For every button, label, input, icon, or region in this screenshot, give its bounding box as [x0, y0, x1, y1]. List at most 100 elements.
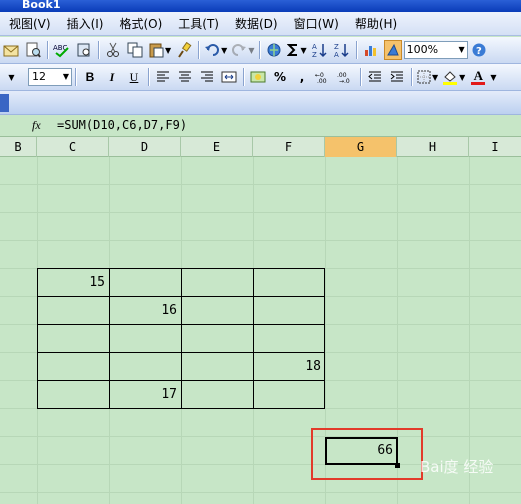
align-right-icon[interactable] — [198, 67, 216, 87]
currency-icon[interactable] — [249, 67, 267, 87]
copy-icon[interactable] — [126, 40, 144, 60]
cell-f9[interactable]: 18 — [254, 353, 325, 381]
sort-descending-icon[interactable]: ZA — [333, 40, 351, 60]
hyperlink-icon[interactable] — [265, 40, 283, 60]
gridline — [0, 212, 521, 213]
cell-c10[interactable] — [38, 381, 110, 408]
fill-handle[interactable] — [395, 463, 400, 468]
toolbar-separator — [355, 41, 357, 59]
paste-icon[interactable]: ▼ — [148, 40, 171, 60]
svg-text:Z: Z — [312, 51, 317, 58]
print-preview-icon[interactable] — [24, 40, 42, 60]
cell-e9[interactable] — [182, 353, 254, 381]
title-bar: Book1 — [0, 0, 521, 12]
toolbar-separator — [411, 68, 412, 86]
undo-icon[interactable]: ▼ — [204, 40, 227, 60]
increase-indent-icon[interactable] — [388, 67, 406, 87]
cell-d10[interactable]: 17 — [110, 381, 182, 408]
menu-data[interactable]: 数据(D) — [226, 15, 285, 32]
column-header-i[interactable]: I — [469, 137, 521, 157]
cell-e6[interactable] — [182, 269, 254, 297]
insert-function-button[interactable]: fx — [32, 118, 41, 133]
formula-input[interactable]: =SUM(D10,C6,D7,F9) — [57, 118, 187, 132]
cell-d9[interactable] — [110, 353, 182, 381]
comma-style-icon[interactable]: , — [293, 67, 311, 87]
menu-tools[interactable]: 工具(T) — [169, 15, 226, 32]
menu-insert[interactable]: 插入(I) — [58, 15, 111, 32]
chevron-down-icon: ▼ — [458, 45, 465, 54]
redo-icon[interactable]: ▼ — [231, 40, 254, 60]
toolbar-separator — [198, 41, 200, 59]
menu-view[interactable]: 视图(V) — [0, 15, 58, 32]
drawing-toolbar-strip — [0, 91, 521, 115]
decrease-decimal-icon[interactable]: .00 →.0 — [337, 67, 355, 87]
chevron-down-icon[interactable]: ▼ — [2, 67, 20, 87]
cell-f8[interactable] — [254, 325, 325, 353]
chevron-down-icon: ▼ — [62, 72, 69, 81]
menu-format[interactable]: 格式(O) — [110, 15, 169, 32]
align-center-icon[interactable] — [176, 67, 194, 87]
font-color-button[interactable]: A — [469, 67, 487, 87]
cell-e10[interactable] — [182, 381, 254, 408]
underline-button[interactable]: U — [125, 67, 143, 87]
column-header-g[interactable]: G — [325, 137, 397, 157]
email-icon[interactable] — [2, 40, 20, 60]
column-header-h[interactable]: H — [397, 137, 469, 157]
cell-f6[interactable] — [254, 269, 325, 297]
cell-f10[interactable] — [254, 381, 325, 408]
column-header-f[interactable]: F — [253, 137, 325, 157]
cell-f7[interactable] — [254, 297, 325, 325]
gridline — [469, 157, 470, 504]
column-header-c[interactable]: C — [37, 137, 109, 157]
cell-d7[interactable]: 16 — [110, 297, 182, 325]
menu-window[interactable]: 窗口(W) — [285, 15, 346, 32]
column-header-b[interactable]: B — [0, 137, 37, 157]
font-color-label: A — [473, 67, 483, 83]
svg-text:A: A — [334, 51, 339, 58]
toolbar-grip-icon[interactable] — [0, 93, 9, 112]
bold-button[interactable]: B — [81, 67, 99, 87]
font-size-select[interactable]: 12 ▼ — [28, 68, 72, 86]
excel-window: Book1 视图(V) 插入(I) 格式(O) 工具(T) 数据(D) 窗口(W… — [0, 0, 521, 504]
chevron-down-icon[interactable]: ▼ — [490, 73, 496, 82]
toolbar-separator — [243, 68, 244, 86]
cell-c9[interactable] — [38, 353, 110, 381]
format-painter-icon[interactable] — [175, 40, 193, 60]
cell-c7[interactable] — [38, 297, 110, 325]
cell-d8[interactable] — [110, 325, 182, 353]
drawing-icon[interactable] — [383, 40, 402, 60]
cell-d6[interactable] — [110, 269, 182, 297]
italic-button[interactable]: I — [103, 67, 121, 87]
percent-button[interactable]: % — [271, 67, 289, 87]
menu-help[interactable]: 帮助(H) — [346, 15, 404, 32]
toolbar-separator — [259, 41, 261, 59]
zoom-select[interactable]: 100% ▼ — [403, 41, 468, 59]
cut-icon[interactable] — [104, 40, 122, 60]
svg-text:Z: Z — [334, 43, 339, 51]
merge-center-icon[interactable] — [220, 67, 238, 87]
autosum-icon[interactable]: ▼ — [287, 40, 307, 60]
sort-ascending-icon[interactable]: AZ — [311, 40, 329, 60]
svg-text:.00: .00 — [317, 78, 327, 84]
borders-icon[interactable]: ▼ — [417, 67, 438, 87]
research-icon[interactable] — [75, 40, 93, 60]
cell-c8[interactable] — [38, 325, 110, 353]
column-header-d[interactable]: D — [109, 137, 181, 157]
fill-color-icon[interactable]: ▼ — [442, 67, 465, 87]
cell-c6[interactable]: 15 — [38, 269, 110, 297]
cell-e8[interactable] — [182, 325, 254, 353]
column-header-e[interactable]: E — [181, 137, 253, 157]
align-left-icon[interactable] — [154, 67, 172, 87]
increase-decimal-icon[interactable]: ←0.00 — [315, 67, 333, 87]
help-icon[interactable]: ? — [470, 40, 488, 60]
decrease-indent-icon[interactable] — [366, 67, 384, 87]
spelling-icon[interactable]: ABC — [53, 40, 71, 60]
gridline — [0, 240, 521, 241]
toolbar-separator — [148, 68, 149, 86]
active-cell-g12[interactable]: 66 — [325, 437, 398, 465]
menu-bar: 视图(V) 插入(I) 格式(O) 工具(T) 数据(D) 窗口(W) 帮助(H… — [0, 12, 521, 36]
chart-wizard-icon[interactable] — [362, 40, 380, 60]
gridline — [0, 492, 521, 493]
bordered-data-range: 15 16 18 17 — [37, 268, 325, 409]
cell-e7[interactable] — [182, 297, 254, 325]
